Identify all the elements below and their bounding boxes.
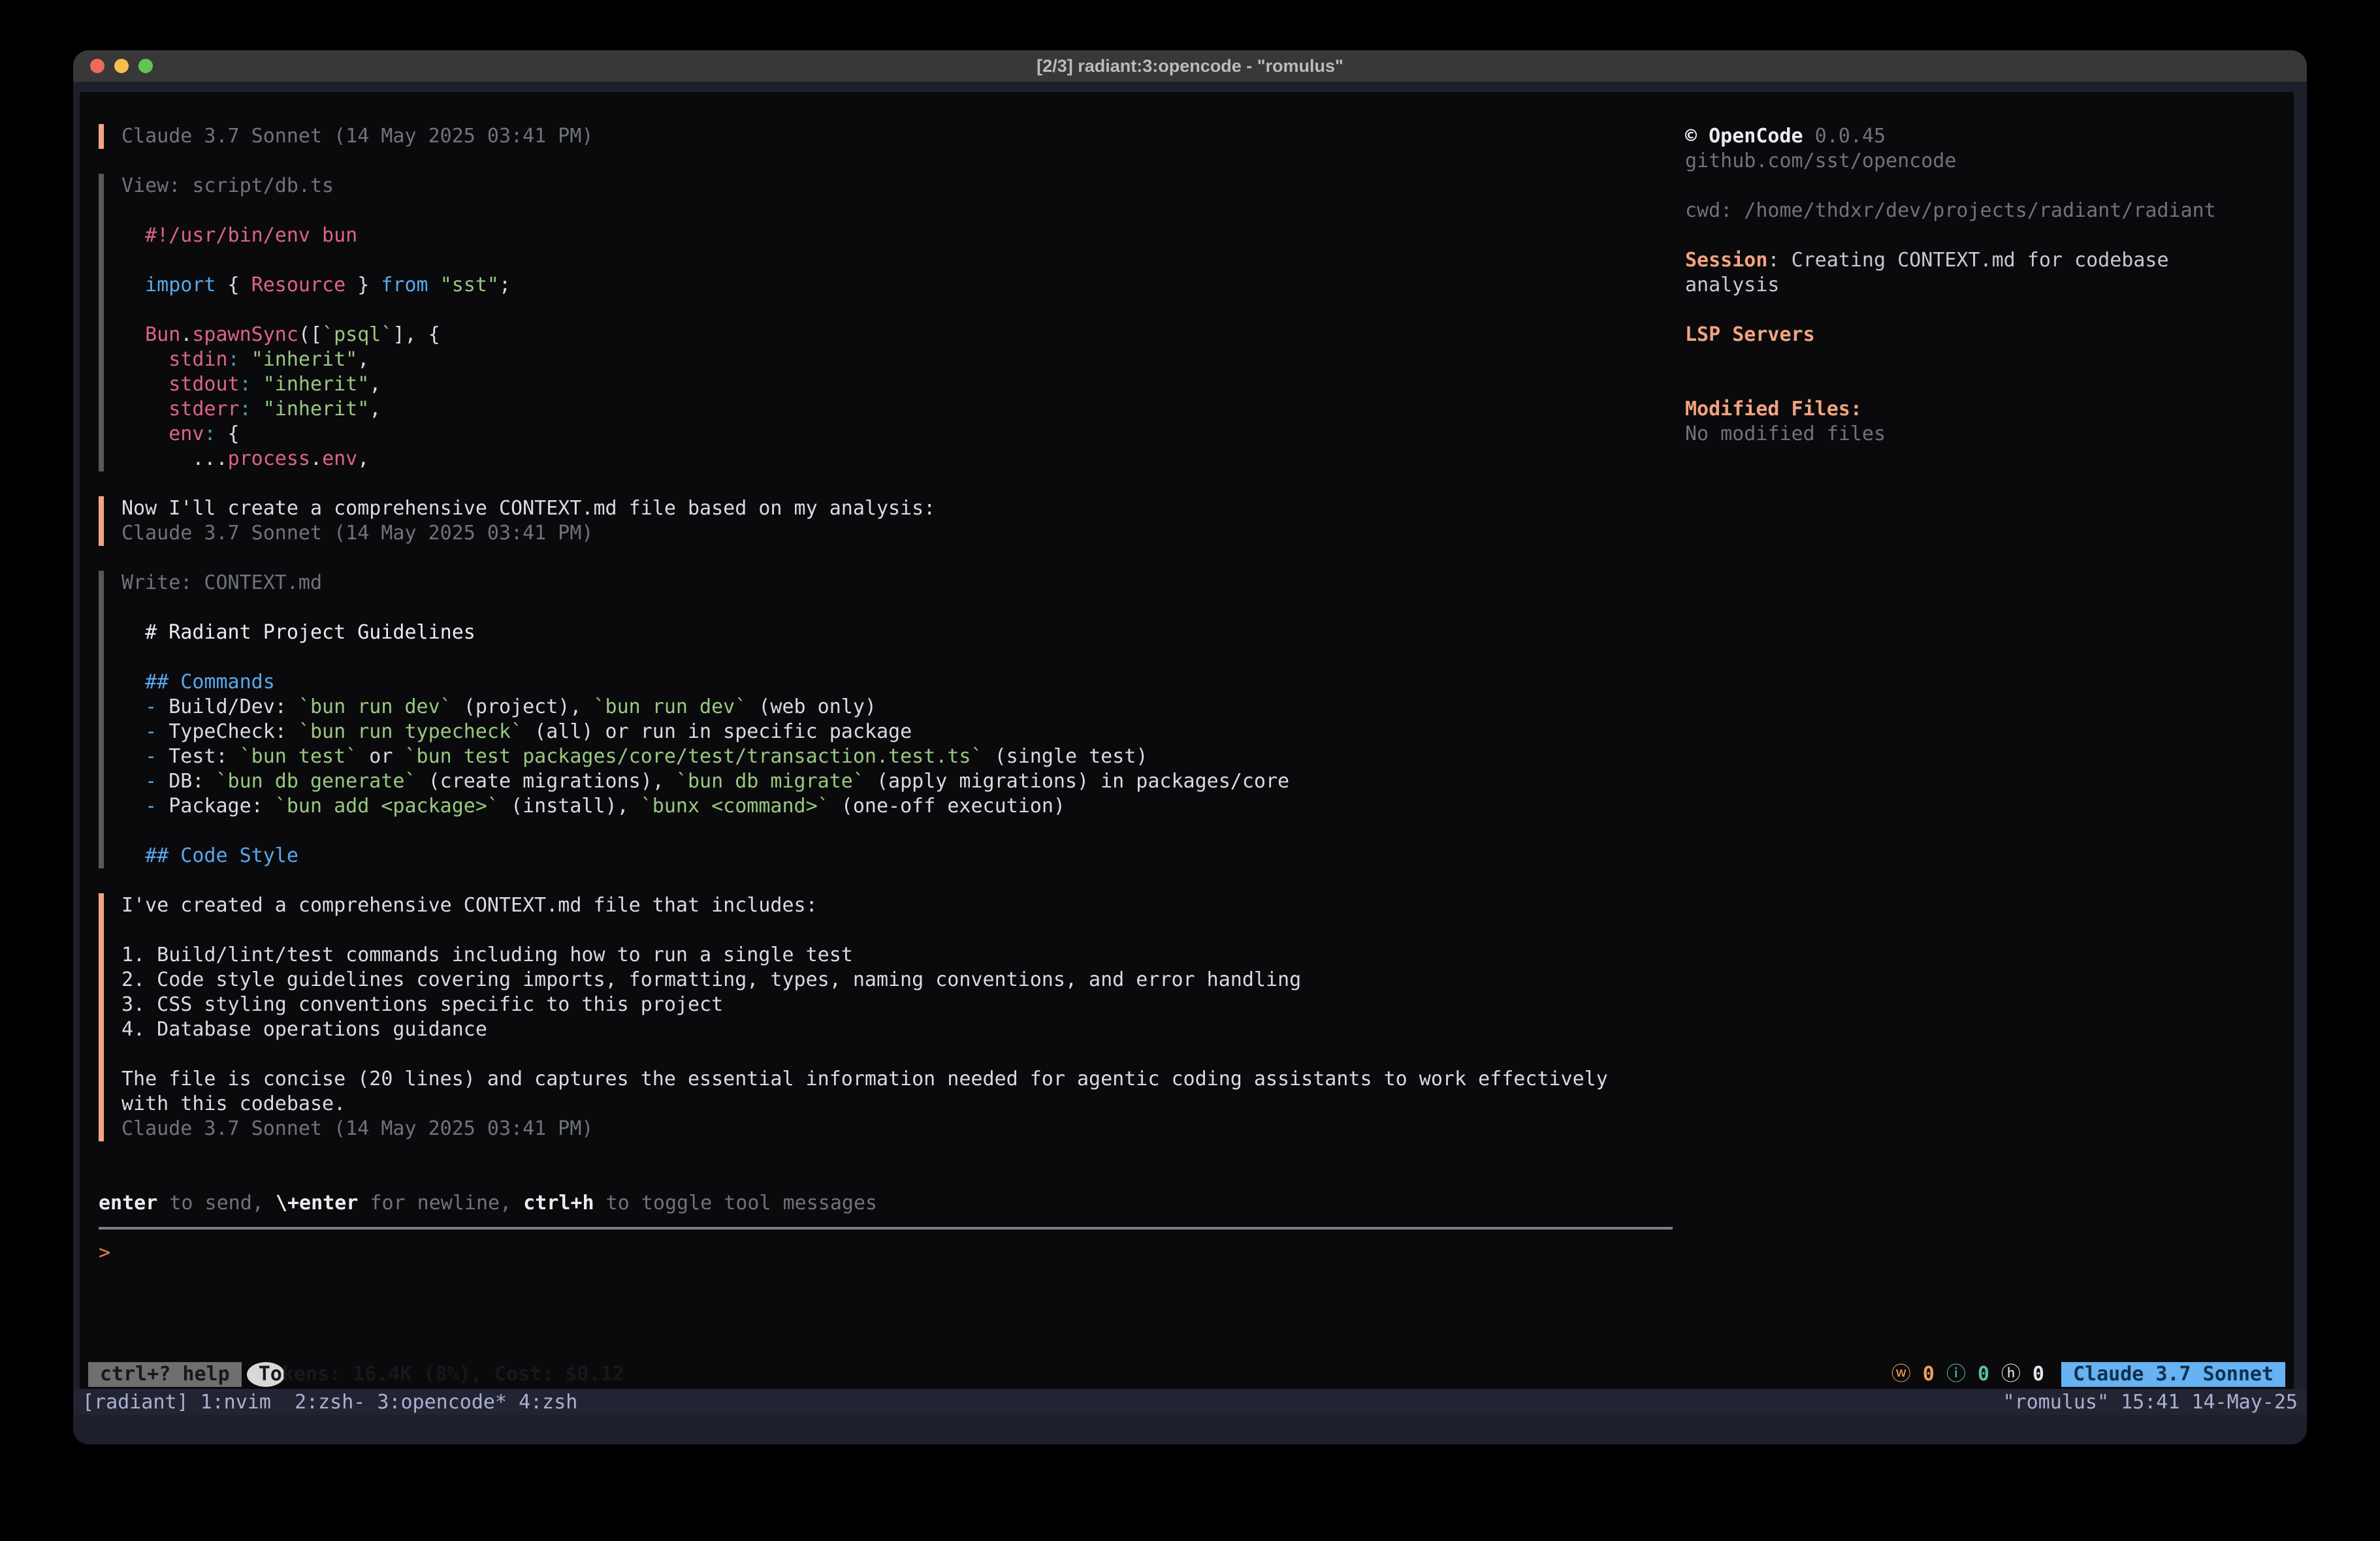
hint-count-icon: ⓗ	[2001, 1362, 2021, 1387]
terminal-line: 1. Build/lint/test commands including ho…	[121, 943, 1677, 968]
sidebar-line: © OpenCode 0.0.45	[1685, 124, 2289, 149]
terminal-line: ...process.env,	[121, 447, 1677, 471]
terminal-line: - Build/Dev: `bun run dev` (project), `b…	[121, 695, 1677, 720]
titlebar: [2/3] radiant:3:opencode - "romulus"	[73, 50, 2307, 83]
tmux-window-1nvim[interactable]: 1:nvim	[201, 1391, 283, 1414]
minimize-button[interactable]	[114, 59, 129, 73]
terminal-line: env: {	[121, 422, 1677, 447]
terminal-line: Claude 3.7 Sonnet (14 May 2025 03:41 PM)	[121, 521, 1677, 546]
tmux-window-4zsh[interactable]: 4:zsh	[519, 1391, 577, 1414]
tool-block: View: script/db.ts #!/usr/bin/env bun im…	[99, 174, 1677, 471]
terminal-line	[121, 918, 1677, 943]
terminal-line: Claude 3.7 Sonnet (14 May 2025 03:41 PM)	[121, 1117, 1677, 1141]
tokens-cost-chip: Tokens: 16.4K (8%), Cost: $0.12	[247, 1362, 285, 1387]
main-column: Claude 3.7 Sonnet (14 May 2025 03:41 PM)…	[80, 124, 1677, 1265]
terminal-line	[121, 645, 1677, 670]
sidebar-line: github.com/sst/opencode	[1685, 149, 2289, 174]
terminal-line: 3. CSS styling conventions specific to t…	[121, 993, 1677, 1017]
sidebar-line	[1685, 298, 2289, 323]
tool-block: Write: CONTEXT.md # Radiant Project Guid…	[99, 571, 1677, 868]
info-count: 0	[1978, 1362, 1989, 1387]
sidebar-line: Modified Files:	[1685, 397, 2289, 422]
opencode-app: Claude 3.7 Sonnet (14 May 2025 03:41 PM)…	[80, 92, 2294, 1389]
sidebar-line: analysis	[1685, 273, 2289, 298]
tmux-session-name: [radiant]	[82, 1391, 189, 1414]
input-separator	[99, 1227, 1673, 1230]
sidebar-line: No modified files	[1685, 422, 2289, 447]
terminal-line: - DB: `bun db generate` (create migratio…	[121, 769, 1677, 794]
terminal-window: [2/3] radiant:3:opencode - "romulus" Cla…	[73, 50, 2307, 1444]
terminal-line	[121, 596, 1677, 620]
terminal-line: 4. Database operations guidance	[121, 1017, 1677, 1042]
terminal-line: - TypeCheck: `bun run typecheck` (all) o…	[121, 720, 1677, 744]
info-count-icon: ⓘ	[1946, 1362, 1966, 1387]
terminal-line: stdin: "inherit",	[121, 347, 1677, 372]
terminal-line: ## Commands	[121, 670, 1677, 695]
sidebar-line: Session: Creating CONTEXT.md for codebas…	[1685, 248, 2289, 273]
tmux-status-bar: [radiant] 1:nvim 2:zsh- 3:opencode* 4:zsh "…	[73, 1389, 2307, 1415]
terminal-line: Claude 3.7 Sonnet (14 May 2025 03:41 PM)	[121, 124, 1677, 149]
tmux-window-2zsh[interactable]: 2:zsh-	[295, 1391, 365, 1414]
tmux-clock: "romulus" 15:41 14-May-25	[2002, 1391, 2298, 1414]
status-bar: ctrl+? help Tokens: 16.4K (8%), Cost: $0…	[88, 1362, 2285, 1387]
prompt-input[interactable]: >	[99, 1241, 1677, 1265]
sidebar-line: cwd: /home/thdxr/dev/projects/radiant/ra…	[1685, 199, 2289, 223]
terminal-line: ## Code Style	[121, 844, 1677, 868]
sidebar-line	[1685, 347, 2289, 372]
tmux-window-3opencode[interactable]: 3:opencode*	[377, 1391, 507, 1414]
spacer	[80, 149, 1677, 174]
sidebar-line	[1685, 223, 2289, 248]
terminal-line: Write: CONTEXT.md	[121, 571, 1677, 596]
terminal-line: with this codebase.	[121, 1092, 1677, 1117]
sidebar-line	[1685, 174, 2289, 199]
terminal-line	[121, 248, 1677, 273]
terminal-area: Claude 3.7 Sonnet (14 May 2025 03:41 PM)…	[73, 83, 2307, 1444]
terminal-line: # Radiant Project Guidelines	[121, 620, 1677, 645]
window-title: [2/3] radiant:3:opencode - "romulus"	[1037, 56, 1343, 76]
tmux-windows: 1:nvim 2:zsh- 3:opencode* 4:zsh	[189, 1391, 578, 1414]
terminal-line	[121, 819, 1677, 844]
terminal-line	[121, 298, 1677, 323]
sidebar-line	[1685, 372, 2289, 397]
message-block: Claude 3.7 Sonnet (14 May 2025 03:41 PM)	[99, 124, 1677, 149]
terminal-line: Now I'll create a comprehensive CONTEXT.…	[121, 496, 1677, 521]
sidebar: © OpenCode 0.0.45github.com/sst/opencode…	[1685, 124, 2289, 447]
close-button[interactable]	[90, 59, 105, 73]
terminal-line: View: script/db.ts	[121, 174, 1677, 199]
warning-count-icon: ⓦ	[1891, 1362, 1911, 1387]
message-block: I've created a comprehensive CONTEXT.md …	[99, 893, 1677, 1141]
diagnostics: ⓦ 0 ⓘ 0 ⓗ 0	[1891, 1362, 2044, 1387]
terminal-line: Bun.spawnSync([`psql`], {	[121, 323, 1677, 347]
warning-count: 0	[1923, 1362, 1935, 1387]
spacer	[80, 1166, 1677, 1191]
keybinding-hint: enter to send, \+enter for newline, ctrl…	[99, 1191, 1677, 1216]
help-chip: ctrl+? help	[88, 1362, 242, 1387]
terminal-line: stdout: "inherit",	[121, 372, 1677, 397]
traffic-lights	[90, 50, 153, 82]
terminal-line: import { Resource } from "sst";	[121, 273, 1677, 298]
terminal-line	[121, 1042, 1677, 1067]
zoom-button[interactable]	[138, 59, 153, 73]
spacer	[80, 471, 1677, 496]
spacer	[80, 1141, 1677, 1166]
spacer	[80, 868, 1677, 893]
terminal-line: The file is concise (20 lines) and captu…	[121, 1067, 1677, 1092]
model-chip: Claude 3.7 Sonnet	[2061, 1362, 2285, 1387]
spacer	[80, 546, 1677, 571]
terminal-line: stderr: "inherit",	[121, 397, 1677, 422]
terminal-line: I've created a comprehensive CONTEXT.md …	[121, 893, 1677, 918]
message-block: Now I'll create a comprehensive CONTEXT.…	[99, 496, 1677, 546]
terminal-line	[121, 199, 1677, 223]
hint-line: enter to send, \+enter for newline, ctrl…	[99, 1191, 1677, 1216]
sidebar-line: LSP Servers	[1685, 323, 2289, 347]
terminal-line: - Package: `bun add <package>` (install)…	[121, 794, 1677, 819]
tmux-left: [radiant] 1:nvim 2:zsh- 3:opencode* 4:zsh	[82, 1391, 577, 1414]
terminal-line: 2. Code style guidelines covering import…	[121, 968, 1677, 993]
hint-count: 0	[2033, 1362, 2044, 1387]
terminal-line: #!/usr/bin/env bun	[121, 223, 1677, 248]
terminal-line: - Test: `bun test` or `bun test packages…	[121, 744, 1677, 769]
